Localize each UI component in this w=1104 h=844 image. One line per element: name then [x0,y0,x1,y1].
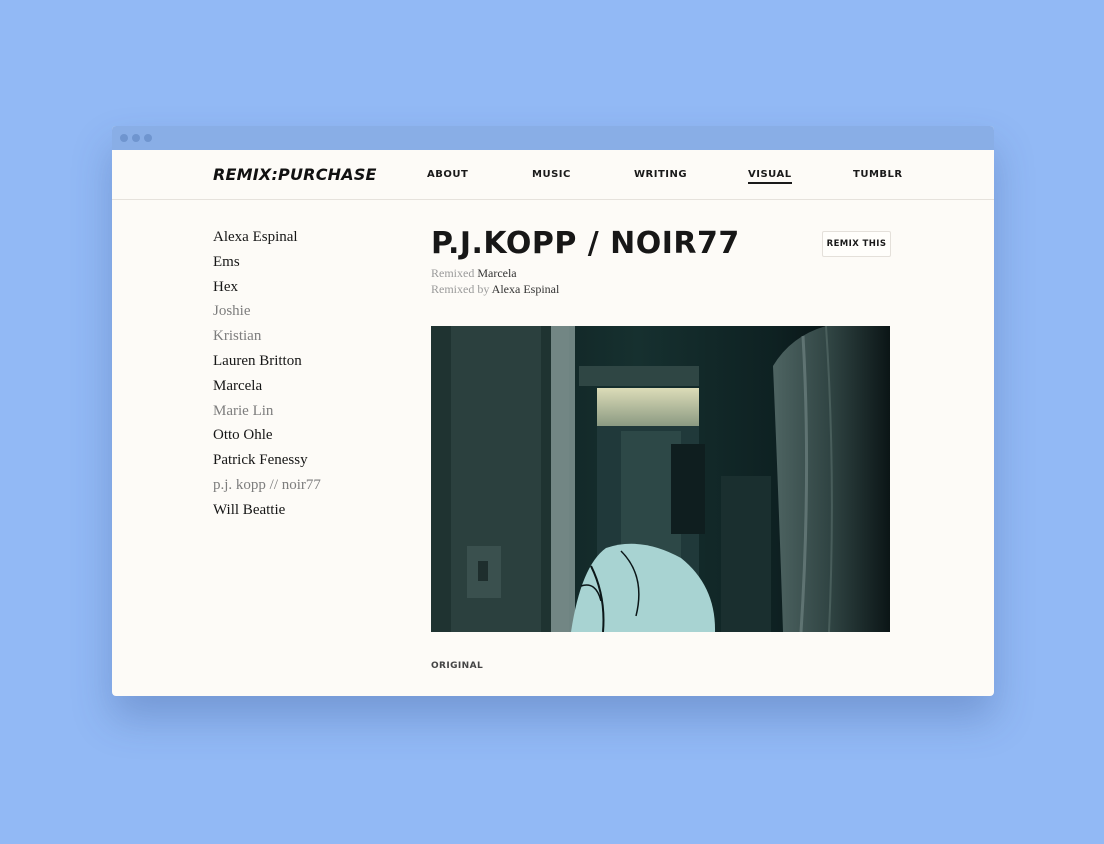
remixed-label: Remixed [431,266,475,280]
artist-link-current[interactable]: p.j. kopp // noir77 [213,476,321,501]
nav-visual[interactable]: VISUAL [748,169,792,184]
window-titlebar [112,126,994,150]
window-dot-icon [144,134,152,142]
browser-window: REMIX:PURCHASE ABOUT MUSIC WRITING VISUA… [112,126,994,696]
remixed-line: Remixed Marcela [431,266,517,281]
remixed-by-line: Remixed by Alexa Espinal [431,282,559,297]
artist-link[interactable]: Lauren Britton [213,352,321,377]
artist-link[interactable]: Kristian [213,327,321,352]
nav-about[interactable]: ABOUT [427,169,468,180]
window-dot-icon [132,134,140,142]
artist-link[interactable]: Alexa Espinal [213,228,321,253]
window-dot-icon [120,134,128,142]
artist-list: Alexa Espinal Ems Hex Joshie Kristian La… [213,228,321,526]
artist-link[interactable]: Marcela [213,377,321,402]
nav-tumblr[interactable]: TUMBLR [853,169,903,180]
artist-link[interactable]: Joshie [213,302,321,327]
page-title: P.J.KOPP / NOIR77 [431,226,740,261]
artwork-image [431,326,890,632]
nav-writing[interactable]: WRITING [634,169,687,180]
artist-link[interactable]: Will Beattie [213,501,321,526]
remixed-value[interactable]: Marcela [477,266,516,280]
remix-this-button[interactable]: REMIX THIS [822,231,891,257]
nav-music[interactable]: MUSIC [532,169,571,180]
artist-link[interactable]: Marie Lin [213,402,321,427]
remixed-by-value[interactable]: Alexa Espinal [492,282,560,296]
remixed-by-label: Remixed by [431,282,490,296]
original-label: ORIGINAL [431,661,484,671]
artist-link[interactable]: Patrick Fenessy [213,451,321,476]
artist-link[interactable]: Otto Ohle [213,426,321,451]
top-nav: REMIX:PURCHASE ABOUT MUSIC WRITING VISUA… [112,150,994,200]
artist-link[interactable]: Hex [213,278,321,303]
artist-link[interactable]: Ems [213,253,321,278]
site-logo[interactable]: REMIX:PURCHASE [213,165,377,184]
